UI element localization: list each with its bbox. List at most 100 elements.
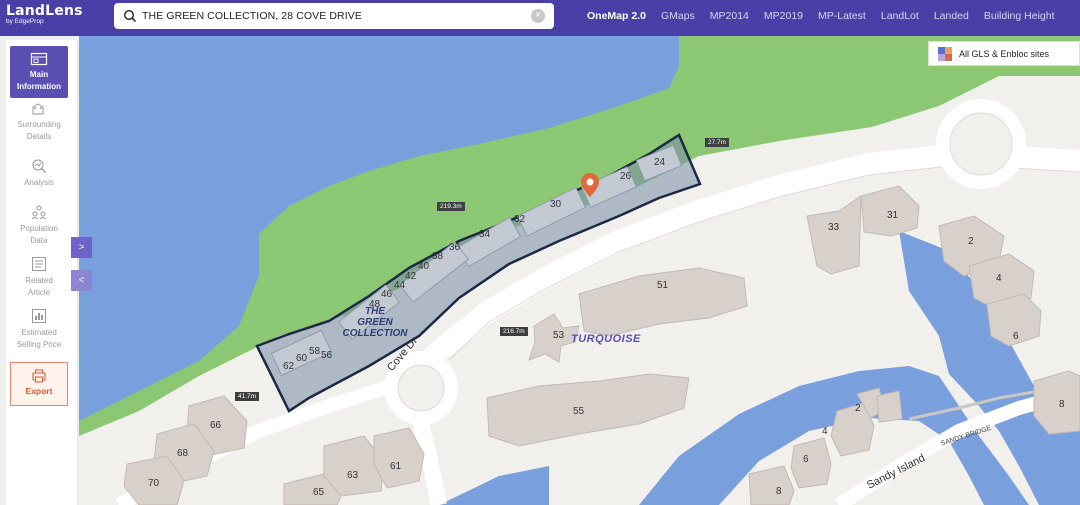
sidebar-label: Surrounding xyxy=(17,120,61,129)
sidebar-label: Article xyxy=(27,287,51,297)
map-canvas[interactable]: THE GREEN COLLECTION TURQUOISE Cove Dr S… xyxy=(79,36,1080,505)
sidebar-label: Estimated xyxy=(21,328,57,337)
plot-unit-number: 30 xyxy=(550,199,562,210)
buildings-icon xyxy=(32,103,44,115)
roundabout-cove-center xyxy=(397,364,445,412)
tab-mp2014[interactable]: MP2014 xyxy=(710,10,749,22)
plot-unit-number: 58 xyxy=(309,346,321,357)
sidebar-label: Population xyxy=(20,224,58,233)
export-label: Export xyxy=(25,386,53,396)
block-number: 8 xyxy=(776,486,782,497)
logo-subtitle: by EdgeProp xyxy=(6,18,44,25)
legend-swatch xyxy=(945,53,952,61)
plot-unit-number: 24 xyxy=(654,157,666,168)
tab-building-height[interactable]: Building Height xyxy=(984,10,1055,22)
measure-tag: 27.7m xyxy=(705,138,730,147)
block-number: 8 xyxy=(1059,399,1065,410)
location-pin-icon[interactable] xyxy=(580,172,600,198)
search-icon xyxy=(123,9,137,23)
map-icon xyxy=(30,52,48,66)
tab-mp-latest[interactable]: MP-Latest xyxy=(818,10,866,22)
block-number: 55 xyxy=(573,406,585,417)
block-number: 65 xyxy=(313,487,325,498)
block-number: 31 xyxy=(887,210,899,221)
sidebar-item-surrounding-details[interactable]: Surrounding Details xyxy=(10,102,68,142)
sidebar-label: Selling Price xyxy=(16,339,62,349)
measure-tag: 41.7m xyxy=(235,392,260,401)
tab-gmaps[interactable]: GMaps xyxy=(661,10,695,22)
building-8-east[interactable] xyxy=(1033,370,1080,435)
plot-name-line-2: GREEN xyxy=(357,317,393,328)
tab-landed[interactable]: Landed xyxy=(934,10,969,22)
block-number: 2 xyxy=(968,236,974,247)
top-navigation-bar: LandLens by EdgeProp THE GREEN COLLECTIO… xyxy=(0,0,1080,36)
legend-swatch xyxy=(945,46,952,54)
clear-search-icon[interactable]: × xyxy=(531,9,545,23)
plot-unit-number: 48 xyxy=(369,299,381,310)
sidebar-label: Details xyxy=(26,131,52,141)
export-icon xyxy=(32,369,46,383)
block-number: 2 xyxy=(855,403,861,414)
plot-unit-number: 44 xyxy=(394,280,406,291)
block-number: 61 xyxy=(390,461,402,472)
sidebar-item-main-information[interactable]: Main Information xyxy=(10,46,68,98)
export-button[interactable]: Export xyxy=(10,362,68,406)
tab-landlot[interactable]: LandLot xyxy=(881,10,919,22)
plot-unit-number: 46 xyxy=(381,289,393,300)
search-input[interactable]: THE GREEN COLLECTION, 28 COVE DRIVE xyxy=(142,10,531,22)
analysis-icon xyxy=(32,159,46,173)
plot-unit-number: 26 xyxy=(620,171,632,182)
block-number: 51 xyxy=(657,280,669,291)
plot-unit-number: 36 xyxy=(449,242,461,253)
collapse-panel-button[interactable]: < xyxy=(71,270,92,291)
building-2-island[interactable] xyxy=(876,390,903,423)
tab-onemap[interactable]: OneMap 2.0 xyxy=(587,10,646,22)
plot-unit-number: 40 xyxy=(418,261,430,272)
gls-enbloc-toggle[interactable]: All GLS & Enbloc sites xyxy=(928,41,1080,66)
block-number: 6 xyxy=(1013,331,1019,342)
plot-unit-number: 60 xyxy=(296,353,308,364)
sidebar: Main Information Surrounding Details Ana… xyxy=(6,40,78,505)
plot-name-label: THE GREEN COLLECTION xyxy=(335,306,415,339)
tab-mp2019[interactable]: MP2019 xyxy=(764,10,803,22)
sidebar-item-estimated-selling-price[interactable]: Estimated Selling Price xyxy=(10,308,68,350)
place-label-turquoise: TURQUOISE xyxy=(571,333,641,345)
block-number: 68 xyxy=(177,448,189,459)
article-icon xyxy=(32,257,46,271)
block-number: 53 xyxy=(553,330,565,341)
measure-tag: 216.7m xyxy=(500,327,528,336)
expand-panel-button[interactable]: > xyxy=(71,237,92,258)
building-6-island[interactable] xyxy=(790,437,832,489)
map-svg[interactable] xyxy=(79,36,1080,505)
sidebar-item-population-data[interactable]: Population Data xyxy=(10,204,68,246)
plot-unit-number: 56 xyxy=(321,350,333,361)
gls-legend-icon xyxy=(938,46,952,61)
plot-unit-number: 34 xyxy=(479,229,491,240)
people-icon xyxy=(31,205,47,220)
sidebar-item-related-article[interactable]: Related Article xyxy=(10,256,68,298)
sidebar-label: Information xyxy=(17,81,61,91)
sidebar-item-analysis[interactable]: Analysis xyxy=(10,158,68,189)
plot-unit-number: 42 xyxy=(405,271,417,282)
block-number: 4 xyxy=(822,426,828,437)
block-number: 6 xyxy=(803,454,809,465)
logo-title: LandLens xyxy=(6,3,83,19)
gls-label: All GLS & Enbloc sites xyxy=(959,48,1050,59)
legend-swatch xyxy=(938,46,945,54)
price-icon xyxy=(32,309,46,323)
plot-unit-number: 32 xyxy=(514,214,526,225)
block-number: 63 xyxy=(347,470,359,481)
sidebar-label: Related xyxy=(25,276,53,285)
legend-swatch xyxy=(938,53,945,61)
block-number: 33 xyxy=(828,222,840,233)
sidebar-label: Main xyxy=(29,70,49,79)
plot-unit-number: 38 xyxy=(432,251,444,262)
logo[interactable]: LandLens by EdgeProp xyxy=(6,3,83,25)
sidebar-label: Analysis xyxy=(24,178,54,187)
plot-unit-number: 62 xyxy=(283,361,295,372)
block-number: 70 xyxy=(148,478,160,489)
address-search-box[interactable]: THE GREEN COLLECTION, 28 COVE DRIVE × xyxy=(114,3,554,29)
block-number: 66 xyxy=(210,420,222,431)
measure-tag: 219.3m xyxy=(437,202,465,211)
map-layer-tabs: OneMap 2.0 GMaps MP2014 MP2019 MP-Latest… xyxy=(587,10,1070,22)
